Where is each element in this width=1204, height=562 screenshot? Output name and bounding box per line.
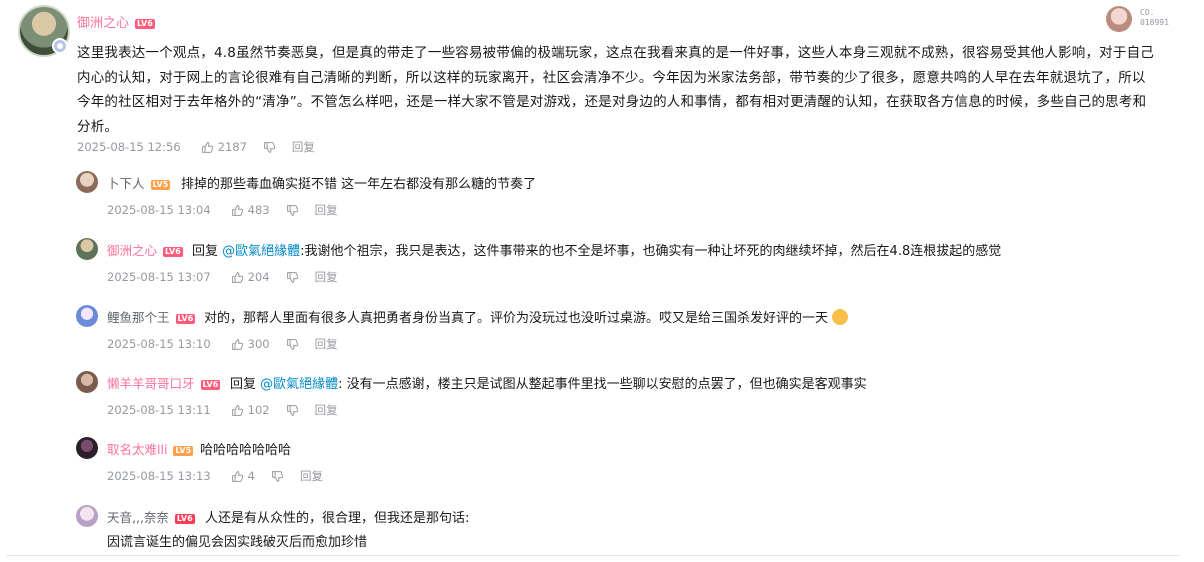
thumbs-up-icon xyxy=(231,338,243,350)
corner-label: CO. 018991 xyxy=(1140,8,1169,28)
reply-username-text[interactable]: 懒羊羊哥哥口牙 xyxy=(107,376,195,391)
reply-meta: 2025-08-15 13:04 483 回复 xyxy=(107,202,338,218)
dislike-button[interactable] xyxy=(286,404,299,417)
thumbs-up-icon xyxy=(231,470,243,482)
main-comment-text: 这里我表达一个观点，4.8虽然节奏恶臭，但是真的带走了一些容易被带偏的极端玩家，… xyxy=(77,45,1154,136)
like-button[interactable]: 2187 xyxy=(201,140,247,154)
dislike-button[interactable] xyxy=(271,470,284,483)
thumbs-down-icon xyxy=(272,470,284,482)
like-button[interactable]: 483 xyxy=(231,203,270,217)
level-badge: LV6 xyxy=(175,313,196,324)
reply-button[interactable]: 回复 xyxy=(315,202,338,218)
reply-username[interactable]: 天音,,,奈奈 LV6 xyxy=(107,507,195,526)
dislike-button[interactable] xyxy=(286,338,299,351)
like-button[interactable]: 102 xyxy=(231,403,270,417)
comment-time: 2025-08-15 12:56 xyxy=(77,140,181,154)
reply-text: 对的，那帮人里面有很多人真把勇者身份当真了。评价为没玩过也没听过桌游。哎又是给三… xyxy=(204,307,849,326)
reply-button[interactable]: 回复 xyxy=(315,269,338,285)
dislike-button[interactable] xyxy=(263,141,276,154)
reply-button[interactable]: 回复 xyxy=(292,139,315,155)
reply-text-line2: 因谎言诞生的偏见会因实践破灭后而愈加珍惜 xyxy=(107,535,368,550)
reply-body: 对的，那帮人里面有很多人真把勇者身份当真了。评价为没玩过也没听过桌游。哎又是给三… xyxy=(204,311,829,326)
reply-text: 回复 @歐氣絕緣體: 没有一点感谢，楼主只是试图从整起事件里找一些聊以安慰的点罢… xyxy=(230,373,867,392)
reply-username-text[interactable]: 取名太难lli xyxy=(107,442,167,457)
level-badge: LV5 xyxy=(150,179,171,190)
reply-text: 人还是有从众性的，很合理，但我还是那句话: xyxy=(205,511,470,526)
thumbs-down-icon xyxy=(286,404,298,416)
reply-username[interactable]: 懒羊羊哥哥口牙 LV6 xyxy=(107,373,221,392)
like-button[interactable]: 300 xyxy=(231,337,270,351)
reply-username[interactable]: 御洲之心 LV6 xyxy=(107,240,183,259)
level-badge: LV6 xyxy=(174,513,195,524)
dislike-button[interactable] xyxy=(286,271,299,284)
reply-avatar[interactable] xyxy=(76,171,98,193)
like-count: 204 xyxy=(247,270,270,284)
reply-meta: 2025-08-15 13:07 204 回复 xyxy=(107,269,338,285)
level-badge: LV6 xyxy=(200,379,221,390)
dislike-button[interactable] xyxy=(286,204,299,217)
reply-username[interactable]: 取名太难lli LV5 xyxy=(107,439,194,458)
level-badge: LV6 xyxy=(135,18,155,29)
reply-button[interactable]: 回复 xyxy=(300,468,323,484)
reply-username-text[interactable]: 卜下人 xyxy=(107,176,145,191)
reply-username-text[interactable]: 鲤鱼那个王 xyxy=(107,310,170,325)
thumbs-up-icon xyxy=(231,271,243,283)
cat-emoji-icon xyxy=(832,309,849,325)
reply-prefix: 回复 xyxy=(192,244,219,259)
reply-body: : 没有一点感谢，楼主只是试图从整起事件里找一些聊以安慰的点罢了，但也确实是客观… xyxy=(338,377,867,392)
main-username[interactable]: 御洲之心 LV6 xyxy=(77,12,155,31)
avatar-badge-icon xyxy=(52,38,68,54)
main-comment-meta: 2025-08-15 12:56 2187 回复 xyxy=(77,139,315,155)
reply-button[interactable]: 回复 xyxy=(315,402,338,418)
thumbs-up-icon xyxy=(231,404,243,416)
corner-avatar[interactable] xyxy=(1106,6,1132,32)
like-button[interactable]: 204 xyxy=(231,270,270,284)
thumbs-down-icon xyxy=(264,141,276,153)
reply-avatar[interactable] xyxy=(76,505,98,527)
reply-text: 哈哈哈哈哈哈哈 xyxy=(200,443,292,458)
like-count: 4 xyxy=(247,469,255,483)
reply-avatar[interactable] xyxy=(76,305,98,327)
reply-meta: 2025-08-15 13:11 102 回复 xyxy=(107,402,338,418)
like-count: 483 xyxy=(247,203,270,217)
reply-meta: 2025-08-15 13:10 300 回复 xyxy=(107,336,338,352)
reply-avatar[interactable] xyxy=(76,371,98,393)
divider xyxy=(6,555,1180,556)
reply-username-text[interactable]: 天音,,,奈奈 xyxy=(107,510,169,525)
comment-time: 2025-08-15 13:10 xyxy=(107,337,211,351)
reply-username[interactable]: 鲤鱼那个王 LV6 xyxy=(107,307,196,326)
like-button[interactable]: 4 xyxy=(231,469,255,483)
comment-time: 2025-08-15 13:04 xyxy=(107,203,211,217)
thumbs-down-icon xyxy=(286,271,298,283)
reply-body: :我谢他个祖宗，我只是表达，这件事带来的也不全是坏事，也确实有一种让坏死的肉继续… xyxy=(300,244,1002,259)
mention-link[interactable]: @歐氣絕緣體 xyxy=(260,377,338,392)
reply-text: 排掉的那些毒血确实挺不错 这一年左右都没有那么糖的节奏了 xyxy=(181,177,537,192)
comment-time: 2025-08-15 13:07 xyxy=(107,270,211,284)
reply-text: 回复 @歐氣絕緣體:我谢他个祖宗，我只是表达，这件事带来的也不全是坏事，也确实有… xyxy=(192,240,1001,259)
reply-username-text[interactable]: 御洲之心 xyxy=(107,243,157,258)
mention-link[interactable]: @歐氣絕緣體 xyxy=(222,244,300,259)
corner-label-line1: CO. xyxy=(1140,8,1155,17)
like-count: 300 xyxy=(247,337,270,351)
reply-meta: 2025-08-15 13:13 4 回复 xyxy=(107,468,323,484)
like-count: 2187 xyxy=(217,140,247,154)
level-badge: LV6 xyxy=(163,246,183,257)
thumbs-up-icon xyxy=(201,141,213,153)
like-count: 102 xyxy=(247,403,270,417)
reply-prefix: 回复 xyxy=(230,377,257,392)
reply-button[interactable]: 回复 xyxy=(315,336,338,352)
main-username-text[interactable]: 御洲之心 xyxy=(77,16,129,31)
corner-label-line2: 018991 xyxy=(1140,18,1169,27)
reply-avatar[interactable] xyxy=(76,238,98,260)
comment-time: 2025-08-15 13:11 xyxy=(107,403,211,417)
reply-avatar[interactable] xyxy=(76,437,98,459)
thumbs-down-icon xyxy=(286,338,298,350)
level-badge: LV5 xyxy=(173,445,194,456)
thumbs-down-icon xyxy=(286,204,298,216)
thumbs-up-icon xyxy=(231,204,243,216)
comment-time: 2025-08-15 13:13 xyxy=(107,469,211,483)
reply-username[interactable]: 卜下人 LV5 xyxy=(107,173,171,192)
